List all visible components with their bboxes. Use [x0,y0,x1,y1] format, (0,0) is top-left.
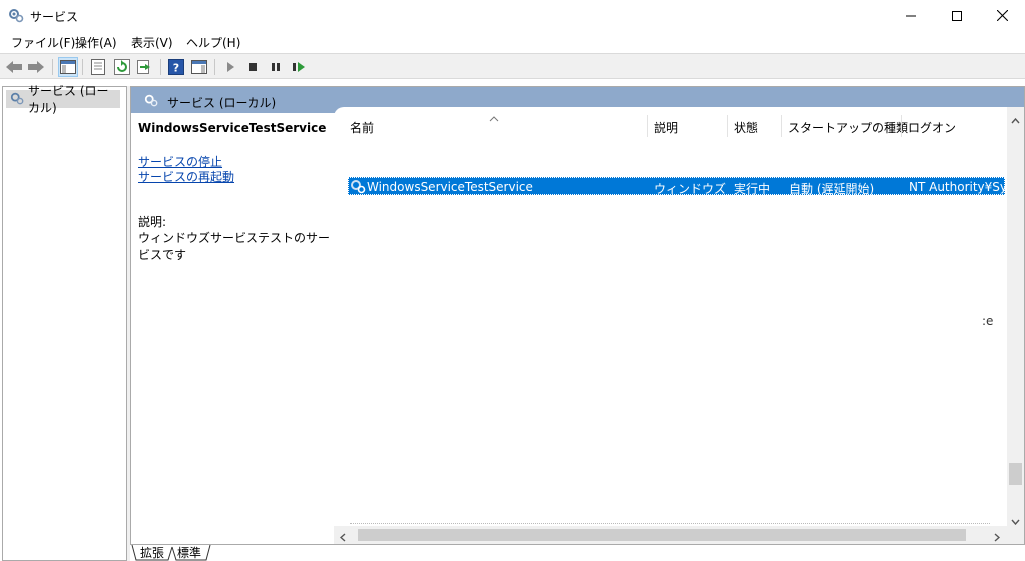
properties-icon [91,59,105,75]
services-gear-icon [10,91,24,108]
row-status: 実行中 [734,182,771,196]
toolbar-separator [52,59,53,75]
view-tabs: 拡張 標準 [130,545,1025,561]
description-text: ウィンドウズサービステストのサービスです [138,231,331,262]
clipped-text: :e [982,314,994,328]
restart-icon [293,62,305,72]
refresh-icon [114,59,130,75]
column-headers: 名前 説明 状態 スタートアップの種類 ログオン [334,107,1007,143]
services-gear-icon [8,7,24,23]
service-gear-icon [350,178,366,197]
play-icon [227,62,234,72]
restart-service-link[interactable]: サービスの再起動 [138,168,234,185]
services-gear-icon [143,93,159,110]
close-button[interactable] [979,0,1025,31]
description-label: 説明: [138,215,167,229]
vertical-scrollbar[interactable] [1007,107,1024,526]
pause-service-button[interactable] [266,57,286,77]
column-separator[interactable] [727,115,728,137]
scroll-left-icon[interactable] [339,531,346,545]
svg-text:?: ? [173,62,179,75]
show-console-tree-button[interactable] [58,57,78,77]
toolbar-separator [82,59,83,75]
tree-item-services-local[interactable]: サービス (ローカル) [6,84,120,115]
action-pane-icon [191,60,207,74]
export-list-button[interactable] [135,57,155,77]
selected-service-name: WindowsServiceTestService [138,121,327,135]
row-name: WindowsServiceTestService [367,180,533,194]
show-action-pane-button[interactable] [189,57,209,77]
title-bar: サービス [0,0,1025,31]
menu-help[interactable]: ヘルプ(H) [186,34,240,51]
tree-item-label: サービス (ローカル) [28,84,109,115]
console-tree-icon [60,60,76,74]
row-description: ウィンドウズ... [654,182,726,196]
horizontal-scrollbar[interactable] [334,526,1007,544]
console-tree: サービス (ローカル) [2,84,127,561]
horizontal-scroll-thumb[interactable] [358,529,966,541]
stop-service-button[interactable] [243,57,263,77]
properties-button[interactable] [88,57,108,77]
tab-standard[interactable]: 標準 [173,545,205,561]
help-icon: ? [168,59,184,75]
back-arrow-icon [6,61,22,73]
column-separator[interactable] [647,115,648,137]
scroll-up-icon[interactable] [1011,113,1020,127]
minimize-icon [906,15,916,16]
refresh-button[interactable] [112,57,132,77]
toolbar: ? [0,53,1025,79]
column-header-status[interactable]: 状態 [734,119,758,136]
column-separator[interactable] [901,115,902,137]
help-button[interactable]: ? [166,57,186,77]
column-header-description[interactable]: 説明 [654,119,678,136]
service-detail-panel: WindowsServiceTestService サービスの停止 サービスの再… [131,113,334,544]
restart-service-button[interactable] [289,57,309,77]
pause-icon [272,63,280,71]
table-row-selected[interactable]: WindowsServiceTestService ウィンドウズ... 実行中 … [348,177,1005,197]
vertical-scroll-thumb[interactable] [1009,463,1022,485]
row-startup-type: 自動 (遅延開始) [789,182,875,196]
minimize-button[interactable] [888,0,934,31]
scroll-right-icon[interactable] [994,531,1001,545]
menu-file[interactable]: ファイル(F) [11,34,75,51]
column-separator[interactable] [781,115,782,137]
pane-header-title: サービス (ローカル) [167,96,277,110]
services-list: 名前 説明 状態 スタートアップの種類 ログオン WindowsServiceT… [334,107,1024,544]
window-title: サービス [30,10,79,24]
maximize-icon [952,10,962,21]
services-main-pane: サービス (ローカル) WindowsServiceTestService サー… [130,86,1025,545]
menu-view[interactable]: 表示(V) [131,34,173,51]
column-header-logon[interactable]: ログオン [908,119,956,136]
maximize-button[interactable] [934,0,980,31]
forward-arrow-icon [28,61,44,73]
menu-bar: ファイル(F) 操作(A) 表示(V) ヘルプ(H) [0,31,1025,53]
start-service-button[interactable] [220,57,240,77]
toolbar-separator [160,59,161,75]
column-header-startup-type[interactable]: スタートアップの種類 [788,119,908,136]
toolbar-separator [214,59,215,75]
stop-icon [249,63,257,71]
forward-button[interactable] [26,57,46,77]
row-logon: NT Authority¥Syst [909,180,1005,194]
tab-extended[interactable]: 拡張 [136,545,168,561]
export-list-icon [137,60,150,74]
menu-action[interactable]: 操作(A) [75,34,117,51]
scrollbar-corner [1007,526,1024,544]
column-header-name[interactable]: 名前 [350,119,374,136]
close-icon [996,10,1008,21]
back-button[interactable] [4,57,24,77]
